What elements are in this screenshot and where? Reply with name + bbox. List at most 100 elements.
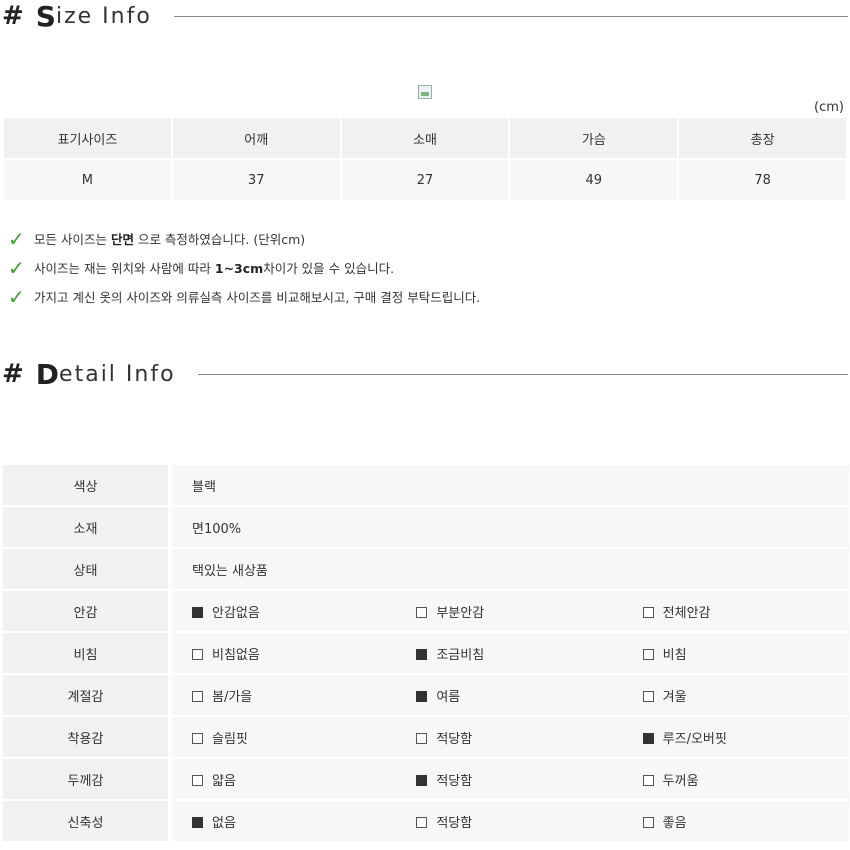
detail-option: 슬림핏 xyxy=(170,716,397,759)
detail-option-label: 봄/가을 xyxy=(212,689,253,705)
size-value-cell: 78 xyxy=(679,160,846,200)
detail-option-row: 안감 안감없음 부분안감 전체안감 xyxy=(3,590,849,633)
detail-option-label: 적당함 xyxy=(436,731,473,747)
detail-option-label: 여름 xyxy=(436,689,461,705)
detail-info-title-initial: D xyxy=(35,357,60,391)
detail-option-label: 두꺼움 xyxy=(662,773,699,789)
detail-info-title-rest: etail Info xyxy=(59,361,176,387)
unchecked-box-icon xyxy=(642,816,654,828)
detail-option-row: 신축성 없음 적당함 좋음 xyxy=(3,800,849,843)
unchecked-box-icon xyxy=(642,690,654,702)
detail-label: 상태 xyxy=(3,548,172,591)
detail-option-label: 비침없음 xyxy=(212,647,260,663)
size-header-cell: 총장 xyxy=(679,118,846,160)
detail-label: 색상 xyxy=(3,465,172,507)
detail-option-row: 두께감 얇음 적당함 두꺼움 xyxy=(3,758,849,801)
checked-box-icon xyxy=(416,774,428,786)
detail-row: 소재 면100% xyxy=(3,506,849,549)
unchecked-box-icon xyxy=(642,648,654,660)
detail-option-label: 슬림핏 xyxy=(212,731,248,747)
unchecked-box-icon xyxy=(192,732,203,744)
detail-label: 신축성 xyxy=(3,800,172,843)
unchecked-box-icon xyxy=(416,816,428,828)
check-icon: ✓ xyxy=(8,226,25,251)
detail-option: 안감없음 xyxy=(170,590,397,633)
detail-label: 착용감 xyxy=(3,716,172,759)
unchecked-box-icon xyxy=(416,606,428,618)
checked-box-icon xyxy=(642,732,654,744)
detail-option: 적당함 xyxy=(396,758,623,801)
heading-divider xyxy=(173,15,848,17)
detail-label: 계절감 xyxy=(3,674,172,717)
size-header-cell: 소매 xyxy=(341,118,509,160)
size-info-title-initial: S xyxy=(35,0,56,33)
note-text: 사이즈는 재는 위치와 사람에 따라 1~3cm차이가 있을 수 있습니다. xyxy=(34,261,395,276)
detail-option-label: 없음 xyxy=(212,815,236,831)
unchecked-box-icon xyxy=(192,774,203,786)
detail-label: 비침 xyxy=(3,632,172,675)
size-table: 표기사이즈 어깨 소매 가슴 총장 M 37 27 49 78 xyxy=(2,118,848,200)
detail-option-label: 적당함 xyxy=(436,773,473,789)
note-text: 가지고 계신 옷의 사이즈와 의류실측 사이즈를 비교해보시고, 구매 결정 부… xyxy=(34,290,481,305)
detail-option-row: 착용감 슬림핏 적당함 루즈/오버핏 xyxy=(3,716,849,759)
detail-option: 비침없음 xyxy=(170,632,397,675)
note-text: 모든 사이즈는 단면 으로 측정하였습니다. (단위cm) xyxy=(34,232,306,247)
note-item: ✓ 사이즈는 재는 위치와 사람에 따라 1~3cm차이가 있을 수 있습니다. xyxy=(8,253,480,282)
unchecked-box-icon xyxy=(642,774,654,786)
detail-option: 없음 xyxy=(170,800,397,843)
note-item: ✓ 모든 사이즈는 단면 으로 측정하였습니다. (단위cm) xyxy=(8,224,480,253)
detail-label: 안감 xyxy=(3,590,172,633)
checked-box-icon xyxy=(416,690,428,702)
checked-box-icon xyxy=(192,816,203,828)
unchecked-box-icon xyxy=(192,690,203,702)
check-icon: ✓ xyxy=(8,284,25,309)
detail-option-row: 비침 비침없음 조금비침 비침 xyxy=(3,632,849,675)
broken-image-icon xyxy=(418,85,432,99)
size-header-cell: 표기사이즈 xyxy=(4,118,171,160)
size-value-cell: 27 xyxy=(341,160,509,200)
check-icon: ✓ xyxy=(8,255,25,280)
detail-option-label: 적당함 xyxy=(436,815,473,831)
detail-option: 조금비침 xyxy=(396,632,623,675)
hash-icon: # xyxy=(2,1,24,31)
detail-row: 상태 택있는 새상품 xyxy=(3,548,849,591)
detail-row: 색상 블랙 xyxy=(3,465,849,507)
checked-box-icon xyxy=(192,606,203,618)
detail-value: 블랙 xyxy=(170,465,849,507)
heading-divider xyxy=(197,373,848,375)
detail-option: 적당함 xyxy=(396,800,623,843)
detail-option: 봄/가을 xyxy=(170,674,397,717)
size-value-cell: 37 xyxy=(172,160,340,200)
hash-icon: # xyxy=(2,359,24,389)
detail-value: 택있는 새상품 xyxy=(170,548,849,591)
detail-option-label: 안감없음 xyxy=(212,605,260,621)
detail-option-row: 계절감 봄/가을 여름 겨울 xyxy=(3,674,849,717)
detail-option: 적당함 xyxy=(396,716,623,759)
detail-value: 면100% xyxy=(170,506,849,549)
size-header-cell: 가슴 xyxy=(510,118,678,160)
unit-label: (cm) xyxy=(814,100,844,115)
detail-option: 전체안감 xyxy=(622,590,849,633)
detail-option: 두꺼움 xyxy=(622,758,849,801)
unchecked-box-icon xyxy=(192,648,203,660)
detail-option-label: 비침 xyxy=(662,647,687,663)
detail-option-label: 겨울 xyxy=(662,689,687,705)
detail-option-label: 얇음 xyxy=(212,773,236,789)
size-table-header-row: 표기사이즈 어깨 소매 가슴 총장 xyxy=(4,118,846,160)
checked-box-icon xyxy=(416,648,428,660)
detail-option: 비침 xyxy=(622,632,849,675)
detail-option-label: 좋음 xyxy=(662,815,687,831)
detail-option-label: 조금비침 xyxy=(436,647,485,663)
unchecked-box-icon xyxy=(642,606,654,618)
detail-option-label: 루즈/오버핏 xyxy=(662,731,727,747)
detail-label: 두께감 xyxy=(3,758,172,801)
note-item: ✓ 가지고 계신 옷의 사이즈와 의류실측 사이즈를 비교해보시고, 구매 결정… xyxy=(8,282,480,311)
size-value-cell: M xyxy=(4,160,171,200)
detail-option: 부분안감 xyxy=(396,590,623,633)
size-notes: ✓ 모든 사이즈는 단면 으로 측정하였습니다. (단위cm) ✓ 사이즈는 재… xyxy=(8,224,480,311)
size-value-cell: 49 xyxy=(510,160,678,200)
detail-option: 좋음 xyxy=(622,800,849,843)
detail-option: 얇음 xyxy=(170,758,397,801)
detail-label: 소재 xyxy=(3,506,172,549)
size-table-row: M 37 27 49 78 xyxy=(4,160,846,200)
